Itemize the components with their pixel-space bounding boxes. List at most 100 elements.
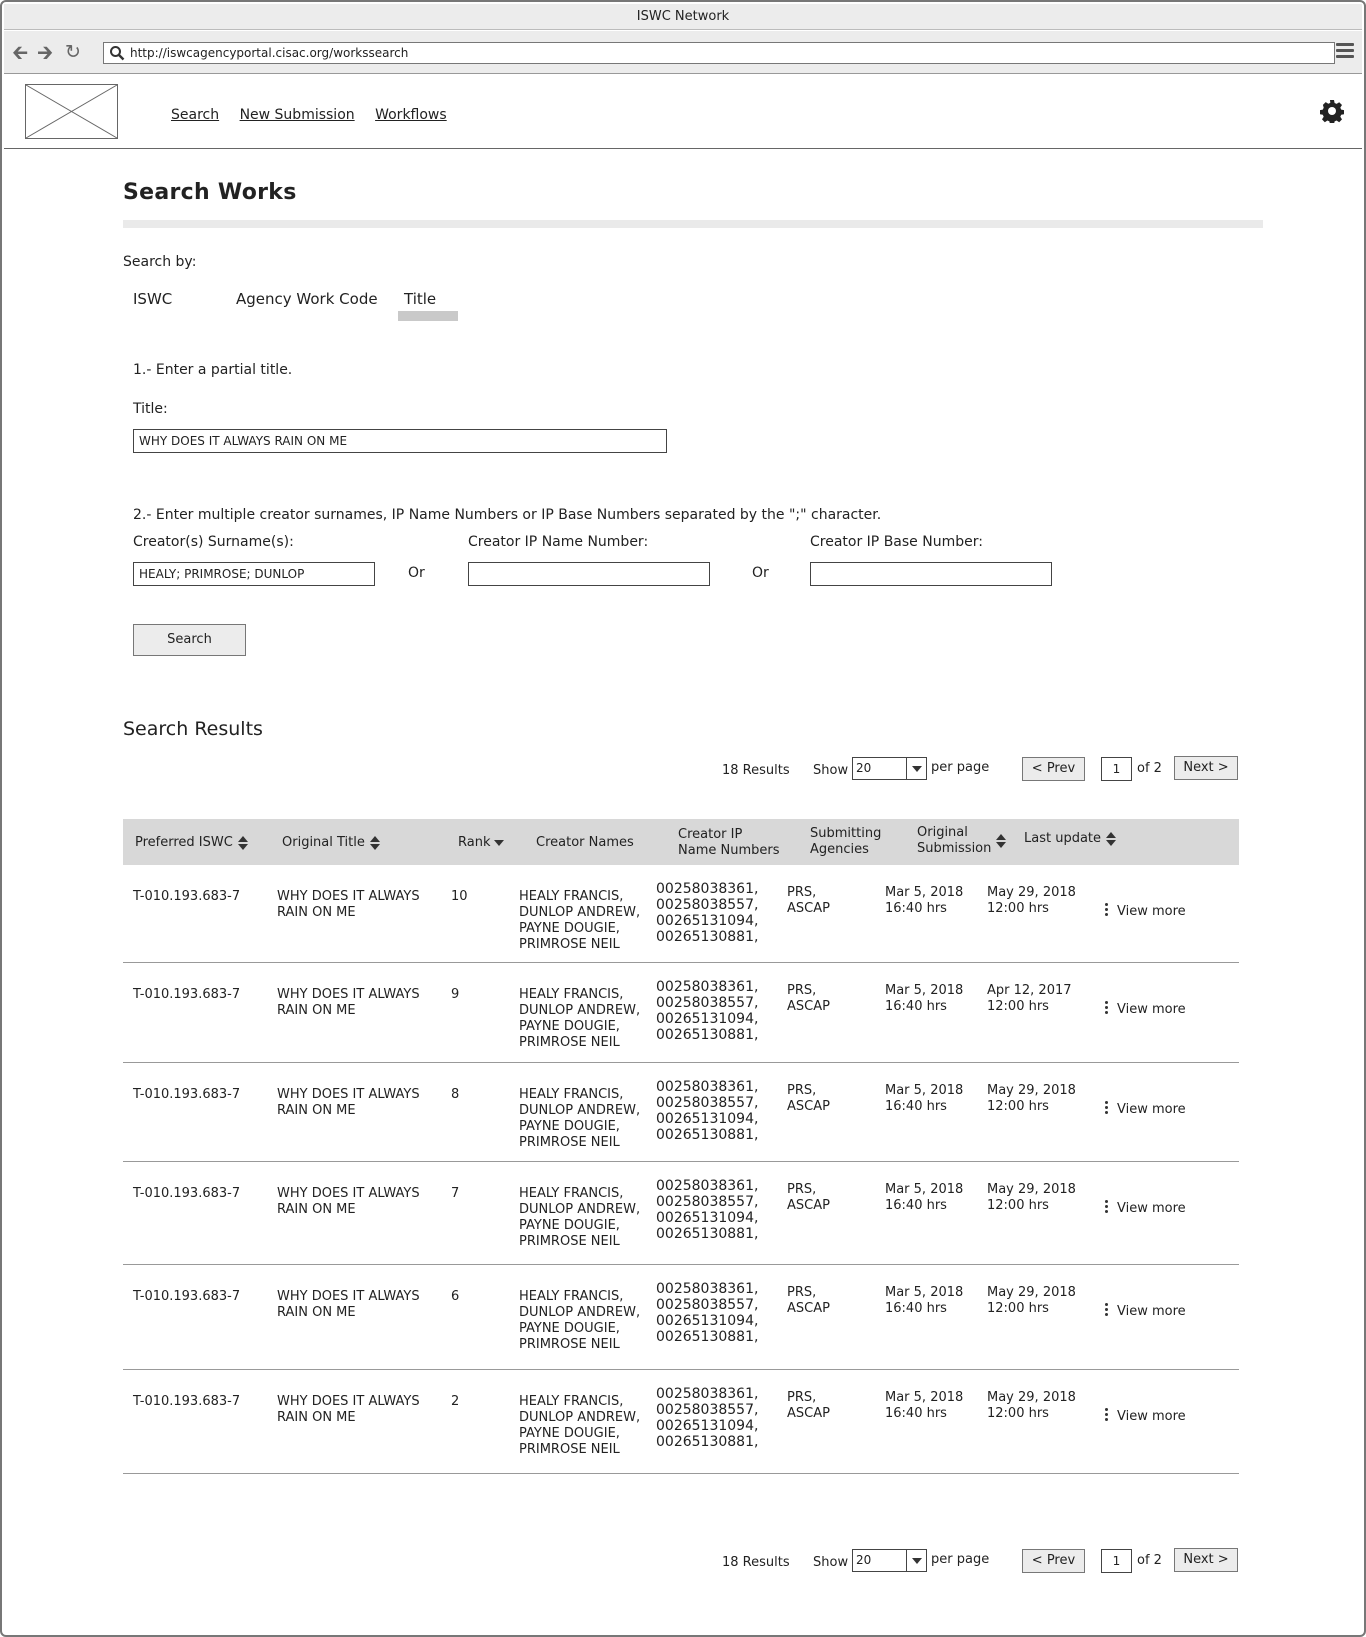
results-table: Preferred ISWC Original Title Rank Creat…: [123, 819, 1239, 1474]
page-size-select[interactable]: 20: [852, 1549, 927, 1572]
creator-surname-label: Creator(s) Surname(s):: [133, 534, 294, 550]
next-button[interactable]: Next >: [1174, 756, 1238, 780]
header-last-update[interactable]: Last update: [1024, 831, 1117, 847]
cell-agencies: PRS, ASCAP: [787, 1390, 830, 1421]
cell-creators: HEALY FRANCIS, DUNLOP ANDREW, PAYNE DOUG…: [519, 1087, 641, 1150]
kebab-menu-icon: [1105, 1303, 1108, 1316]
chevron-down-icon: [906, 758, 926, 779]
cell-agencies: PRS, ASCAP: [787, 1182, 830, 1213]
table-body: T-010.193.683-7 WHY DOES IT ALWAYS RAIN O…: [123, 865, 1239, 1474]
step1-instruction: 1.- Enter a partial title.: [133, 362, 293, 378]
gear-icon[interactable]: [1320, 99, 1344, 123]
tab-agency-work-code[interactable]: Agency Work Code: [236, 290, 378, 308]
show-label: Show: [813, 1555, 849, 1570]
table-row: T-010.193.683-7 WHY DOES IT ALWAYS RAIN O…: [123, 1162, 1239, 1265]
cell-rank: 7: [451, 1186, 460, 1201]
cell-creators: HEALY FRANCIS, DUNLOP ANDREW, PAYNE DOUG…: [519, 1289, 641, 1352]
search-button[interactable]: Search: [133, 624, 246, 656]
cell-agencies: PRS, ASCAP: [787, 885, 830, 916]
cell-last: May 29, 2018 12:00 hrs: [987, 1390, 1076, 1421]
address-bar: 🡰 🡲 ↻ http://iswcagencyportal.cisac.org/…: [4, 31, 1362, 74]
sort-icon[interactable]: [1106, 831, 1117, 846]
cell-iswc: T-010.193.683-7: [133, 1087, 241, 1102]
page-size-value: 20: [856, 1553, 872, 1567]
nav-workflows-link[interactable]: Workflows: [375, 107, 447, 123]
cell-ip: 00258038361, 00258038557, 00265131094, 0…: [656, 881, 759, 945]
table-row: T-010.193.683-7 WHY DOES IT ALWAYS RAIN O…: [123, 1063, 1239, 1162]
table-row: T-010.193.683-7 WHY DOES IT ALWAYS RAIN O…: [123, 1265, 1239, 1370]
show-label: Show: [813, 763, 849, 778]
page-number-input[interactable]: 1: [1101, 757, 1132, 781]
cell-last: May 29, 2018 12:00 hrs: [987, 1182, 1076, 1213]
cell-title: WHY DOES IT ALWAYS RAIN ON ME: [277, 987, 420, 1018]
cell-creators: HEALY FRANCIS, DUNLOP ANDREW, PAYNE DOUG…: [519, 987, 641, 1050]
prev-button[interactable]: < Prev: [1022, 1549, 1085, 1573]
page-number-input[interactable]: 1: [1101, 1549, 1132, 1573]
cell-rank: 10: [451, 889, 468, 904]
cell-title: WHY DOES IT ALWAYS RAIN ON ME: [277, 1394, 420, 1425]
creator-ip-base-input[interactable]: [810, 562, 1052, 586]
cell-ip: 00258038361, 00258038557, 00265131094, 0…: [656, 1281, 759, 1345]
view-more-link[interactable]: View more: [1105, 1408, 1186, 1424]
cell-orig: Mar 5, 2018 16:40 hrs: [885, 1390, 964, 1421]
cell-ip: 00258038361, 00258038557, 00265131094, 0…: [656, 1178, 759, 1242]
reload-icon[interactable]: ↻: [65, 41, 81, 63]
kebab-menu-icon: [1105, 903, 1108, 916]
back-arrow-icon[interactable]: 🡰: [12, 41, 28, 63]
view-more-label: View more: [1117, 1409, 1186, 1424]
view-more-link[interactable]: View more: [1105, 1200, 1186, 1216]
url-text: http://iswcagencyportal.cisac.org/workss…: [130, 46, 409, 60]
header-rank[interactable]: Rank: [458, 835, 505, 851]
next-button[interactable]: Next >: [1174, 1548, 1238, 1572]
sort-icon[interactable]: [996, 834, 1007, 848]
creator-ip-name-input[interactable]: [468, 562, 710, 586]
cell-ip: 00258038361, 00258038557, 00265131094, 0…: [656, 1079, 759, 1143]
cell-creators: HEALY FRANCIS, DUNLOP ANDREW, PAYNE DOUG…: [519, 889, 641, 952]
browser-menu-icon[interactable]: [1336, 43, 1354, 59]
kebab-menu-icon: [1105, 1200, 1108, 1213]
tab-title[interactable]: Title: [404, 290, 436, 308]
cell-rank: 8: [451, 1087, 460, 1102]
view-more-label: View more: [1117, 1201, 1186, 1216]
nav-new-submission-link[interactable]: New Submission: [240, 107, 355, 123]
pager-top: 18 Results Show 20 per page < Prev 1 of …: [123, 756, 1263, 783]
cell-orig: Mar 5, 2018 16:40 hrs: [885, 1182, 964, 1213]
view-more-link[interactable]: View more: [1105, 1101, 1186, 1117]
header-preferred-iswc[interactable]: Preferred ISWC: [135, 835, 248, 851]
sort-icon[interactable]: [369, 835, 380, 850]
results-count: 18 Results: [722, 1555, 790, 1570]
search-by-label: Search by:: [123, 254, 197, 270]
cell-creators: HEALY FRANCIS, DUNLOP ANDREW, PAYNE DOUG…: [519, 1186, 641, 1249]
header-submitting-agencies: Submitting Agencies: [810, 826, 882, 857]
app-header: Search New Submission Workflows: [4, 75, 1362, 149]
cell-iswc: T-010.193.683-7: [133, 1186, 241, 1201]
prev-button[interactable]: < Prev: [1022, 757, 1085, 781]
forward-arrow-icon[interactable]: 🡲: [37, 41, 53, 63]
sort-descending-icon[interactable]: [494, 839, 505, 846]
view-more-label: View more: [1117, 1304, 1186, 1319]
sort-icon[interactable]: [237, 835, 248, 850]
view-more-link[interactable]: View more: [1105, 1001, 1186, 1017]
page-title: Search Works: [123, 180, 297, 205]
url-field[interactable]: http://iswcagencyportal.cisac.org/workss…: [103, 42, 1335, 64]
cell-rank: 6: [451, 1289, 460, 1304]
nav-search-link[interactable]: Search: [171, 107, 219, 123]
view-more-link[interactable]: View more: [1105, 1303, 1186, 1319]
view-more-link[interactable]: View more: [1105, 903, 1186, 919]
header-original-title[interactable]: Original Title: [282, 835, 380, 851]
tab-iswc[interactable]: ISWC: [133, 290, 172, 308]
view-more-label: View more: [1117, 1002, 1186, 1017]
header-original-submission[interactable]: Original Submission: [917, 825, 1007, 857]
page-size-value: 20: [856, 761, 872, 775]
page-size-select[interactable]: 20: [852, 757, 927, 780]
cell-creators: HEALY FRANCIS, DUNLOP ANDREW, PAYNE DOUG…: [519, 1394, 641, 1457]
title-input[interactable]: WHY DOES IT ALWAYS RAIN ON ME: [133, 429, 667, 453]
header-creator-names: Creator Names: [536, 835, 634, 850]
table-row: T-010.193.683-7 WHY DOES IT ALWAYS RAIN O…: [123, 1370, 1239, 1474]
cell-orig: Mar 5, 2018 16:40 hrs: [885, 1083, 964, 1114]
creator-ip-name-label: Creator IP Name Number:: [468, 534, 649, 550]
cell-orig: Mar 5, 2018 16:40 hrs: [885, 885, 964, 916]
kebab-menu-icon: [1105, 1101, 1108, 1114]
creator-surname-input[interactable]: HEALY; PRIMROSE; DUNLOP: [133, 562, 375, 586]
page-total: of 2: [1137, 761, 1162, 776]
